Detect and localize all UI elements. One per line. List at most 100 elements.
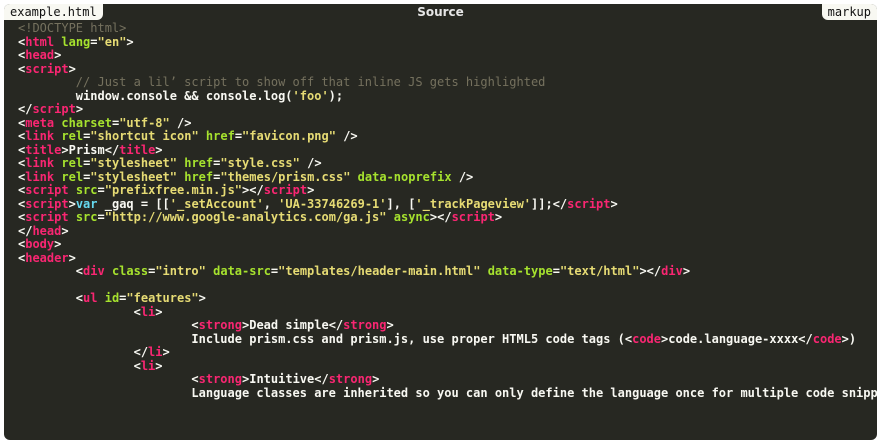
code-line: <link rel="shortcut icon" href="favicon.… [18, 129, 877, 144]
code-token-tag: ul [83, 291, 98, 305]
code-token-str: "favicon.png" [242, 129, 336, 143]
code-token-punct: > [61, 142, 69, 157]
code-line: Include prism.css and prism.js, use prop… [18, 331, 877, 347]
code-token-punct: < [133, 304, 141, 319]
code-line: <strong>Intuitive</strong> [18, 372, 877, 387]
code-token-punct: > [61, 223, 69, 238]
code-token-key: var [75, 196, 98, 211]
code-token-tag: script [263, 183, 308, 197]
code-token-punct: ></ [639, 264, 662, 278]
filename-tab[interactable]: example.html [4, 4, 103, 20]
code-token-tag: li [140, 304, 156, 319]
code-line: <script>var _gaq = [['_setAccount', 'UA-… [18, 196, 877, 212]
code-line: Language classes are inherited so you ca… [18, 386, 877, 401]
code-token-str: 'UA-33746269-1' [278, 196, 387, 211]
code-token-punct: > [307, 183, 315, 197]
code-token-plain: code.language-xxxx [668, 331, 799, 346]
code-token-punct: = [97, 183, 105, 197]
code-token-str: "stylesheet" [90, 156, 177, 170]
code-token-attr: class [111, 264, 149, 278]
code-token-punct: < [75, 291, 84, 305]
code-line [18, 279, 877, 293]
code-token-punct: > [54, 237, 62, 251]
code-token-tag: strong [328, 372, 373, 386]
code-line: <script src="http://www.google-analytics… [18, 210, 877, 225]
code-token-punct: > [841, 331, 849, 346]
code-token-tag: link [25, 156, 55, 170]
code-token-punct: < [75, 264, 84, 278]
code-token-str: "features" [126, 291, 199, 305]
code-token-punct: /> [343, 129, 358, 143]
code-token-punct: </ [314, 372, 329, 386]
code-token-punct: </ [133, 345, 149, 359]
code-token-punct: < [191, 318, 199, 332]
code-token-punct: > [372, 372, 380, 386]
code-line: // Just a lil’ script to show off that i… [18, 75, 877, 90]
code-token-str: 'foo' [292, 88, 329, 103]
code-token-punct: /> [177, 115, 192, 130]
source-title: Source [417, 5, 464, 19]
code-token-punct: </ [552, 196, 568, 211]
code-token-punct: = [90, 34, 98, 49]
code-token-attr: href [184, 156, 214, 170]
code-token-punct: = [552, 264, 560, 278]
code-token-punct: > [682, 264, 691, 278]
code-token-punct: > [155, 358, 163, 373]
code-line: <li> [18, 304, 877, 320]
code-token-attr: async [393, 210, 430, 224]
code-line: <body> [18, 237, 877, 252]
code-token-str: "themes/prism.css" [220, 169, 351, 184]
code-token-punct: = [97, 210, 105, 224]
code-token-plain: Intuitive [249, 372, 315, 386]
code-token-attr: charset [61, 115, 112, 130]
code-token-plain: _gaq = [[ [97, 196, 170, 211]
code-token-tag: head [25, 48, 55, 62]
code-token-str: '_setAccount' [169, 196, 264, 211]
code-token-comment: // Just a lil’ script to show off that i… [75, 75, 546, 89]
code-token-plain: window.console && console.log( [18, 88, 293, 103]
code-token-tag: li [140, 358, 156, 373]
code-token-tag: header [25, 250, 69, 265]
code-token-tag: div [661, 264, 683, 278]
code-token-punct: </ [104, 142, 120, 157]
code-line: <div class="intro" data-src="templates/h… [18, 264, 877, 279]
code-token-tag: link [25, 129, 55, 143]
code-line: </li> [18, 345, 877, 360]
code-token-punct: = [234, 129, 243, 143]
code-line: <script> [18, 61, 877, 77]
code-token-str: "prefixfree.min.js" [104, 183, 243, 197]
code-token-tag: script [25, 210, 69, 224]
code-token-punct: </ [18, 223, 33, 238]
code-token-punct: /> [458, 169, 474, 184]
code-line: <header> [18, 250, 877, 266]
code-token-str: "stylesheet" [90, 169, 177, 184]
code-viewer-header: example.html Source markup [4, 4, 877, 22]
code-token-plain: Include prism.css and prism.js, use prop… [18, 331, 625, 346]
code-token-attr: data-type [487, 264, 553, 278]
code-line: <html lang="en"> [18, 34, 877, 50]
code-token-punct: > [155, 142, 163, 157]
language-badge[interactable]: markup [821, 4, 877, 20]
code-token-tag: strong [198, 372, 242, 386]
code-token-punct: > [126, 34, 134, 49]
code-block[interactable]: <!DOCTYPE html> <html lang="en"> <head> <sc… [18, 22, 877, 400]
code-token-tag: head [32, 223, 62, 238]
code-token-punct: > [68, 61, 76, 76]
code-token-tag: li [148, 345, 163, 359]
code-token-str: "intro" [155, 264, 206, 278]
code-token-tag: script [25, 183, 69, 197]
code-token-tag: script [567, 196, 611, 211]
code-token-tag: code [632, 331, 662, 346]
code-line: <title>Prism</title> [18, 142, 877, 158]
code-token-plain: ) [848, 331, 857, 346]
code-line: <link rel="stylesheet" href="style.css" … [18, 156, 877, 171]
code-token-plain: ], [ [386, 196, 416, 211]
